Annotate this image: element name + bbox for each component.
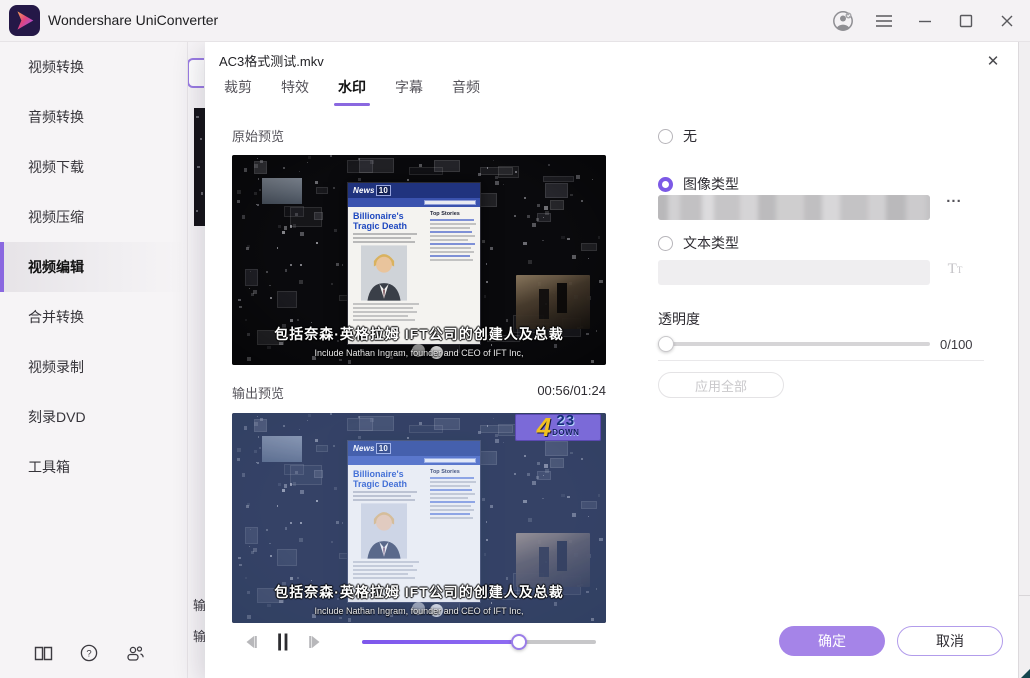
svg-text:?: ? [86, 649, 91, 660]
apply-all-button[interactable]: 应用全部 [658, 372, 784, 398]
dialog-close-icon[interactable]: ✕ [982, 50, 1004, 72]
browse-file-button[interactable]: ... [942, 189, 966, 213]
opacity-handle[interactable] [658, 336, 674, 352]
resize-corner [1021, 669, 1030, 678]
output-preview-frame: News10 Billionaire's Tragic Death [232, 413, 606, 623]
dialog-tab[interactable]: 裁剪 [224, 76, 252, 106]
dialog-title: AC3格式测试.mkv [219, 51, 324, 70]
playback-controls [232, 627, 606, 657]
font-settings-icon[interactable]: TT [944, 261, 966, 283]
previous-frame-icon[interactable] [238, 629, 264, 655]
sidebar-item[interactable]: 视频压缩 [0, 192, 187, 242]
sidebar-item[interactable]: 工具箱 [0, 442, 187, 492]
blurred-file-path [658, 195, 930, 220]
radio-text[interactable] [658, 236, 673, 251]
app-title: Wondershare UniConverter [48, 12, 218, 28]
opacity-slider[interactable] [658, 336, 930, 352]
watermark-text-input[interactable] [658, 260, 930, 285]
output-preview-label: 输出预览 [232, 383, 284, 402]
sidebar-item[interactable]: 视频录制 [0, 342, 187, 392]
subtitle-cn: 包括奈森·英格拉姆 IFT公司的创建人及总裁 [232, 582, 606, 602]
opacity-label: 透明度 [658, 309, 700, 329]
opacity-value: 0/100 [940, 337, 973, 352]
edit-dialog: AC3格式测试.mkv ✕ 裁剪 特效 水印 字幕 音频 原始预览 输出预览 0… [205, 42, 1018, 678]
subtitle-en: Include Nathan Ingram, founder and CEO o… [232, 606, 606, 616]
pause-icon[interactable] [270, 629, 296, 655]
playback-progress-slider[interactable] [362, 634, 596, 650]
window-edge-strip [1018, 42, 1030, 678]
original-preview-frame: News10 Billionaire's Tragic Death [232, 155, 606, 365]
sidebar-item[interactable]: 视频下载 [0, 142, 187, 192]
maximize-icon[interactable] [953, 8, 979, 34]
dialog-tab[interactable]: 字幕 [395, 76, 423, 106]
watermark-text-option[interactable]: 文本类型 [658, 233, 739, 253]
close-icon[interactable] [994, 8, 1020, 34]
guide-book-icon[interactable] [34, 645, 53, 662]
progress-handle[interactable] [511, 634, 527, 650]
app-logo-icon [9, 5, 40, 36]
timecode: 00:56/01:24 [537, 383, 606, 398]
subtitle-en: Include Nathan Ingram, founder and CEO o… [232, 348, 606, 358]
watermark-image-option[interactable]: 图像类型 [658, 174, 739, 194]
original-preview-label: 原始预览 [232, 126, 284, 145]
sidebar-item[interactable]: 视频编辑 [0, 242, 187, 292]
title-bar: Wondershare UniConverter [0, 0, 1030, 42]
help-icon[interactable]: ? [80, 644, 98, 662]
sidebar-item[interactable]: 刻录DVD [0, 392, 187, 442]
watermark-none-option[interactable]: 无 [658, 126, 697, 146]
radio-image[interactable] [658, 177, 673, 192]
account-avatar-icon[interactable] [830, 8, 856, 34]
image-path-input[interactable] [658, 195, 930, 220]
next-frame-icon[interactable] [302, 629, 328, 655]
add-files-icon [187, 58, 204, 88]
progress-fill [362, 640, 519, 644]
sidebar-item[interactable]: 视频转换 [0, 42, 187, 92]
minimize-icon[interactable] [912, 8, 938, 34]
account-switch-icon[interactable] [125, 645, 145, 662]
dialog-tab[interactable]: 特效 [281, 76, 309, 106]
sidebar-item[interactable]: 合并转换 [0, 292, 187, 342]
subtitle-cn: 包括奈森·英格拉姆 IFT公司的创建人及总裁 [232, 324, 606, 344]
image-watermark-overlay: 4 23 DOWN [515, 414, 601, 441]
app-window: Wondershare UniConverter 视频转换 音频转换 [0, 0, 1030, 678]
dialog-tab[interactable]: 水印 [338, 76, 366, 106]
cancel-button[interactable]: 取消 [897, 626, 1003, 656]
dialog-tabs: 裁剪 特效 水印 字幕 音频 [224, 76, 480, 106]
sidebar-item[interactable]: 音频转换 [0, 92, 187, 142]
dialog-tab[interactable]: 音频 [452, 76, 480, 106]
radio-none[interactable] [658, 129, 673, 144]
sidebar: 视频转换 音频转换 视频下载 视频压缩 视频编辑 合并转换 视频录制 刻录DVD… [0, 42, 188, 678]
hamburger-menu-icon[interactable] [871, 8, 897, 34]
ok-button[interactable]: 确定 [779, 626, 885, 656]
